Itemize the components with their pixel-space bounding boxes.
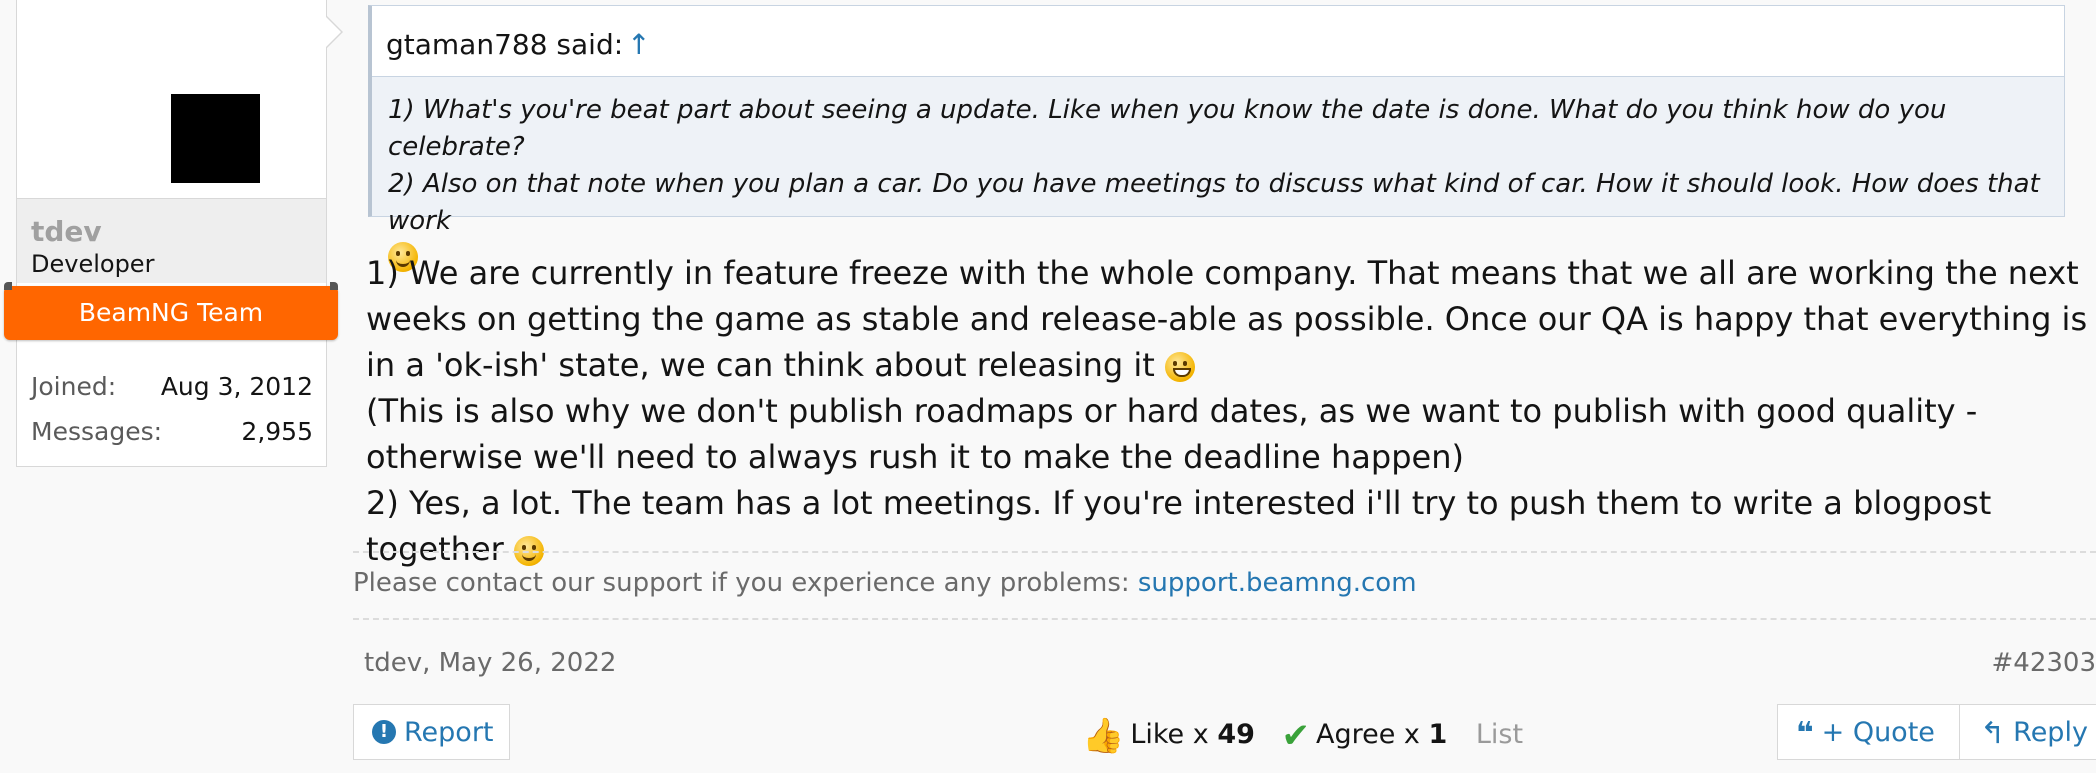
user-stats: Joined: Aug 3, 2012 Messages: 2,955: [17, 358, 326, 448]
message-paragraph: (This is also why we don't publish roadm…: [366, 392, 1978, 476]
grin-icon: [1164, 352, 1195, 382]
reactions-summary: 👍 Like x 49 ✔ Agree x 1 List: [1082, 716, 1523, 756]
thumbs-up-icon: 👍: [1082, 716, 1125, 756]
avatar-area: [17, 0, 326, 198]
post-author-date[interactable]: tdev, May 26, 2022: [364, 648, 616, 678]
signature: Please contact our support if you experi…: [353, 568, 1417, 598]
reactions-list-link[interactable]: List: [1476, 719, 1523, 750]
username[interactable]: tdev: [31, 215, 102, 248]
quote-author: gtaman788 said:: [386, 28, 624, 61]
message-arrow: [325, 16, 341, 48]
stat-value[interactable]: 2,955: [241, 417, 313, 446]
report-button[interactable]: ! Report: [353, 704, 510, 760]
message-body: 1) We are currently in feature freeze wi…: [366, 250, 2096, 572]
signature-divider: [353, 551, 2096, 553]
meta-divider: [353, 618, 2096, 620]
post-permalink[interactable]: #42303: [1992, 648, 2096, 678]
message-text: 2) Yes, a lot. The team has a lot meetin…: [366, 484, 1992, 568]
quote-line: 1) What's you're beat part about seeing …: [388, 95, 1947, 162]
support-link[interactable]: support.beamng.com: [1138, 568, 1417, 598]
stat-value: Aug 3, 2012: [160, 372, 313, 401]
reply-icon: ↰: [1980, 715, 2006, 751]
user-title: Developer: [31, 250, 155, 278]
reply-button[interactable]: ↰ Reply: [1960, 704, 2096, 760]
report-label: Report: [404, 717, 494, 748]
stat-messages: Messages: 2,955: [17, 403, 326, 448]
quote-button[interactable]: ❝ + Quote: [1777, 704, 1960, 760]
agree-label: Agree x: [1316, 719, 1420, 750]
user-info: tdev Developer: [17, 198, 326, 283]
reply-label: Reply: [2013, 717, 2088, 748]
avatar[interactable]: [171, 94, 260, 183]
signature-text: Please contact our support if you experi…: [353, 568, 1130, 598]
stat-joined: Joined: Aug 3, 2012: [17, 358, 326, 403]
agree-count: 1: [1428, 719, 1448, 750]
user-card: tdev Developer Joined: Aug 3, 2012 Messa…: [16, 0, 327, 467]
stat-label: Messages:: [31, 417, 163, 446]
jump-to-quote-icon[interactable]: ↑: [627, 28, 650, 61]
message-paragraph: 2) Yes, a lot. The team has a lot meetin…: [366, 480, 2096, 572]
alert-icon: !: [372, 719, 396, 744]
quote-icon: ❝: [1796, 715, 1814, 751]
quote-label: + Quote: [1821, 717, 1935, 748]
team-banner: BeamNG Team: [4, 282, 338, 340]
quote-attribution: gtaman788 said: ↑: [386, 28, 651, 61]
stat-label: Joined:: [31, 372, 117, 401]
like-count: 49: [1217, 719, 1255, 750]
message-text: 1) We are currently in feature freeze wi…: [366, 254, 2088, 384]
quote-header: gtaman788 said: ↑: [372, 6, 2064, 77]
like-label: Like x: [1130, 719, 1209, 750]
message-paragraph: 1) We are currently in feature freeze wi…: [366, 250, 2096, 388]
quote-line-text: 2) Also on that note when you plan a car…: [388, 169, 2040, 236]
checkmark-icon: ✔: [1281, 716, 1311, 756]
quote-block: gtaman788 said: ↑ 1) What's you're beat p…: [368, 5, 2065, 272]
